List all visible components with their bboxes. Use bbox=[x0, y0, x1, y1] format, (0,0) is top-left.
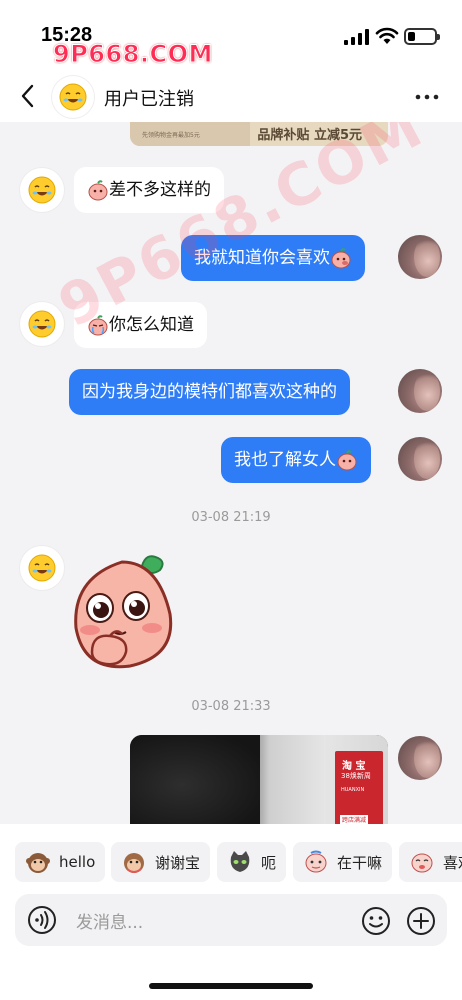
signal-icon bbox=[344, 29, 369, 45]
more-options-icon[interactable] bbox=[415, 94, 439, 100]
smiley-avatar-icon bbox=[59, 83, 87, 111]
message-text: 差不多这样的 bbox=[109, 180, 211, 200]
peach-thinking-sticker[interactable] bbox=[70, 548, 174, 674]
message-bubble-outgoing[interactable]: 我就知道你会喜欢 bbox=[181, 235, 365, 281]
input-placeholder: 发消息... bbox=[76, 913, 144, 933]
quick-reply-label: 呃 bbox=[261, 853, 277, 872]
message-bubble-outgoing[interactable]: 因为我身边的模特们都喜欢这种的 bbox=[69, 369, 350, 415]
message-bubble-outgoing[interactable]: 我也了解女人 bbox=[221, 437, 371, 483]
message-text: 我也了解女人 bbox=[234, 450, 336, 470]
back-arrow-icon[interactable] bbox=[18, 82, 38, 110]
message-input[interactable]: 发消息... bbox=[15, 894, 447, 946]
emoji-icon[interactable] bbox=[361, 906, 391, 936]
message-text: 我就知道你会喜欢 bbox=[194, 248, 330, 268]
message-text: 因为我身边的模特们都喜欢这种的 bbox=[82, 382, 337, 402]
self-avatar[interactable] bbox=[398, 369, 442, 413]
contact-avatar[interactable] bbox=[51, 75, 95, 119]
contact-avatar[interactable] bbox=[20, 546, 64, 590]
status-bar: 15:28 9P668.COM bbox=[0, 0, 462, 70]
product-card-text: 品牌补贴 立减5元 bbox=[257, 128, 362, 143]
peach-shy-emoji-icon bbox=[331, 248, 351, 269]
smiley-avatar-icon bbox=[28, 310, 56, 338]
home-indicator bbox=[149, 983, 313, 989]
cat-emoji-icon bbox=[230, 851, 250, 872]
monkey-emoji-icon bbox=[26, 853, 50, 873]
character-love-emoji-icon bbox=[411, 853, 433, 873]
quick-reply-label: 在干嘛 bbox=[337, 853, 383, 872]
product-card-small-text: 先领购物金再最加5元 bbox=[142, 132, 200, 139]
peach-emoji-icon bbox=[88, 180, 108, 201]
quick-reply-uh[interactable]: 呃 bbox=[217, 842, 287, 882]
image-sign-small: HUANXIN bbox=[341, 787, 365, 793]
image-message[interactable]: 淘 宝 38焕新周 HUANXIN 跨店满减 bbox=[130, 735, 388, 824]
quick-reply-label: 喜欢 bbox=[443, 853, 462, 872]
quick-reply-whats-up[interactable]: 在干嘛 bbox=[293, 842, 393, 882]
quick-reply-bar[interactable]: hello 谢谢宝 呃 在干嘛 喜欢 bbox=[0, 824, 462, 894]
peach-emoji-icon bbox=[337, 450, 357, 471]
monkey-hug-emoji-icon bbox=[124, 853, 144, 873]
smiley-avatar-icon bbox=[28, 176, 56, 204]
wifi-icon bbox=[375, 27, 399, 44]
smiley-avatar-icon bbox=[28, 554, 56, 582]
quick-reply-thanks[interactable]: 谢谢宝 bbox=[111, 842, 211, 882]
message-timestamp: 03-08 21:19 bbox=[191, 510, 271, 525]
quick-reply-label: hello bbox=[59, 853, 96, 871]
message-timestamp: 03-08 21:33 bbox=[191, 699, 271, 714]
chat-header: 用户已注销 bbox=[0, 70, 462, 122]
watermark-text: 9P668.COM bbox=[53, 40, 213, 69]
self-avatar[interactable] bbox=[398, 235, 442, 279]
message-bubble-incoming[interactable]: 你怎么知道 bbox=[74, 302, 207, 348]
quick-reply-like[interactable]: 喜欢 bbox=[399, 842, 462, 882]
battery-icon bbox=[404, 28, 440, 45]
input-bar: 发消息... bbox=[0, 894, 462, 1000]
chat-area[interactable]: 先领购物金再最加5元 品牌补贴 立减5元 差不多这样的 我就知道你会喜欢 你怎么… bbox=[0, 122, 462, 824]
message-bubble-incoming[interactable]: 差不多这样的 bbox=[74, 167, 224, 213]
message-text: 你怎么知道 bbox=[109, 315, 194, 335]
quick-reply-hello[interactable]: hello bbox=[15, 842, 106, 882]
peach-crying-emoji-icon bbox=[88, 315, 108, 336]
voice-icon[interactable] bbox=[27, 905, 57, 935]
self-avatar[interactable] bbox=[398, 437, 442, 481]
contact-name: 用户已注销 bbox=[104, 89, 194, 110]
plus-icon[interactable] bbox=[406, 906, 436, 936]
image-sign-title: 淘 宝 bbox=[342, 761, 366, 772]
quick-reply-label: 谢谢宝 bbox=[155, 853, 201, 872]
image-sign-subtitle: 38焕新周 bbox=[341, 772, 371, 780]
character-emoji-icon bbox=[305, 850, 327, 873]
contact-avatar[interactable] bbox=[20, 302, 64, 346]
product-card-partial[interactable]: 先领购物金再最加5元 品牌补贴 立减5元 bbox=[130, 122, 388, 146]
image-sign-bottom: 跨店满减 bbox=[340, 815, 369, 824]
contact-avatar[interactable] bbox=[20, 168, 64, 212]
self-avatar[interactable] bbox=[398, 736, 442, 780]
